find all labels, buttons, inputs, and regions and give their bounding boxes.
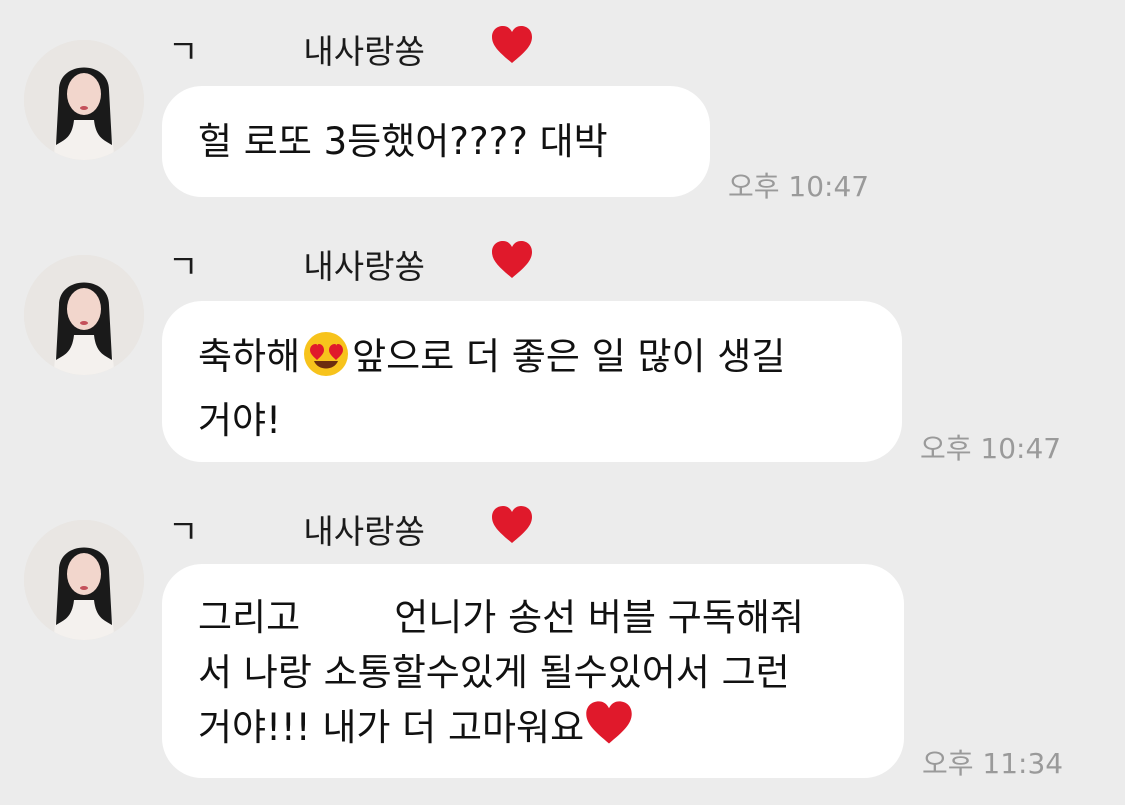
chat-message: ㄱ 내사랑쏭 헐 로또 3등했어???? 대박 오후 10:47: [0, 0, 1125, 210]
avatar[interactable]: [24, 255, 144, 375]
message-text: 헐 로또 3등했어???? 대박: [198, 120, 608, 163]
red-heart-icon: [584, 700, 634, 761]
sender-name: ㄱ 내사랑쏭: [168, 237, 534, 291]
chat-message: ㄱ 내사랑쏭 그리고 언니가 송선 버블 구독해줘 서 나랑 소통할수있게 될수…: [0, 480, 1125, 800]
message-line: 축하해 앞으로 더 좋은 일 많이 생길: [198, 329, 866, 393]
message-line: 거야!!! 내가 더 고마워요: [198, 700, 868, 761]
message-text: 축하해: [198, 335, 301, 378]
message-bubble[interactable]: 그리고 언니가 송선 버블 구독해줘 서 나랑 소통할수있게 될수있어서 그런 …: [162, 564, 904, 778]
sender-name: ㄱ 내사랑쏭: [168, 22, 534, 76]
avatar[interactable]: [24, 40, 144, 160]
message-text: 거야!: [198, 399, 281, 442]
chat-message: ㄱ 내사랑쏭 축하해 앞으로 더 좋은 일 많이 생길 거야! 오후 10:47: [0, 215, 1125, 475]
heart-eyes-emoji-icon: [300, 330, 352, 393]
message-text: 거야!!! 내가 더 고마워요: [198, 706, 585, 749]
sender-name: ㄱ 내사랑쏭: [168, 502, 534, 556]
message-text: 그리고 언니가 송선 버블 구독해줘: [198, 596, 804, 639]
sender-name-text: 내사랑쏭: [303, 247, 425, 286]
sender-name-text: 내사랑쏭: [303, 32, 425, 71]
message-timestamp: 오후 10:47: [920, 432, 1062, 465]
message-text: 앞으로 더 좋은 일 많이 생길: [352, 335, 786, 378]
message-text: 서 나랑 소통할수있게 될수있어서 그런: [198, 651, 790, 694]
message-bubble[interactable]: 축하해 앞으로 더 좋은 일 많이 생길 거야!: [162, 301, 902, 462]
sender-name-text: 내사랑쏭: [303, 512, 425, 551]
message-bubble[interactable]: 헐 로또 3등했어???? 대박: [162, 86, 710, 197]
message-timestamp: 오후 11:34: [922, 747, 1064, 780]
sender-prefix: ㄱ: [168, 247, 199, 286]
sender-prefix: ㄱ: [168, 512, 199, 551]
avatar[interactable]: [24, 520, 144, 640]
message-timestamp: 오후 10:47: [728, 170, 870, 203]
sender-prefix: ㄱ: [168, 32, 199, 71]
